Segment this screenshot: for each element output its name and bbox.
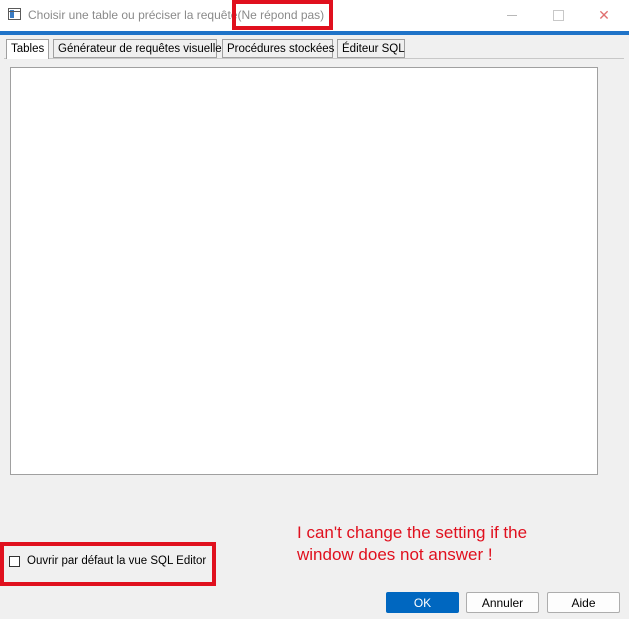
maximize-button[interactable] <box>535 0 581 31</box>
cancel-button[interactable]: Annuler <box>466 592 539 613</box>
minimize-icon <box>507 15 517 16</box>
tab-stored-procedures[interactable]: Procédures stockées <box>222 39 334 58</box>
tables-list[interactable] <box>10 67 598 475</box>
close-button[interactable]: ✕ <box>581 0 627 31</box>
maximize-icon <box>552 10 564 21</box>
window-title-text: Choisir une table ou préciser la requête <box>28 8 238 22</box>
tab-visual-query-builder[interactable]: Générateur de requêtes visuelles <box>53 39 227 58</box>
title-accent-bar <box>0 31 629 35</box>
tab-sql-editor[interactable]: Éditeur SQL <box>337 39 405 58</box>
help-button[interactable]: Aide <box>547 592 620 613</box>
ok-button[interactable]: OK <box>386 592 459 613</box>
checkbox-highlight-box <box>0 542 216 586</box>
dialog-window: Choisir une table ou préciser la requête… <box>0 0 629 619</box>
close-icon: ✕ <box>598 7 610 24</box>
tab-tables[interactable]: Tables <box>6 39 49 59</box>
minimize-button[interactable] <box>489 0 535 31</box>
status-highlight-box <box>232 0 333 30</box>
app-window-icon <box>8 8 21 20</box>
annotation-note: I can't change the setting if the window… <box>297 523 528 564</box>
